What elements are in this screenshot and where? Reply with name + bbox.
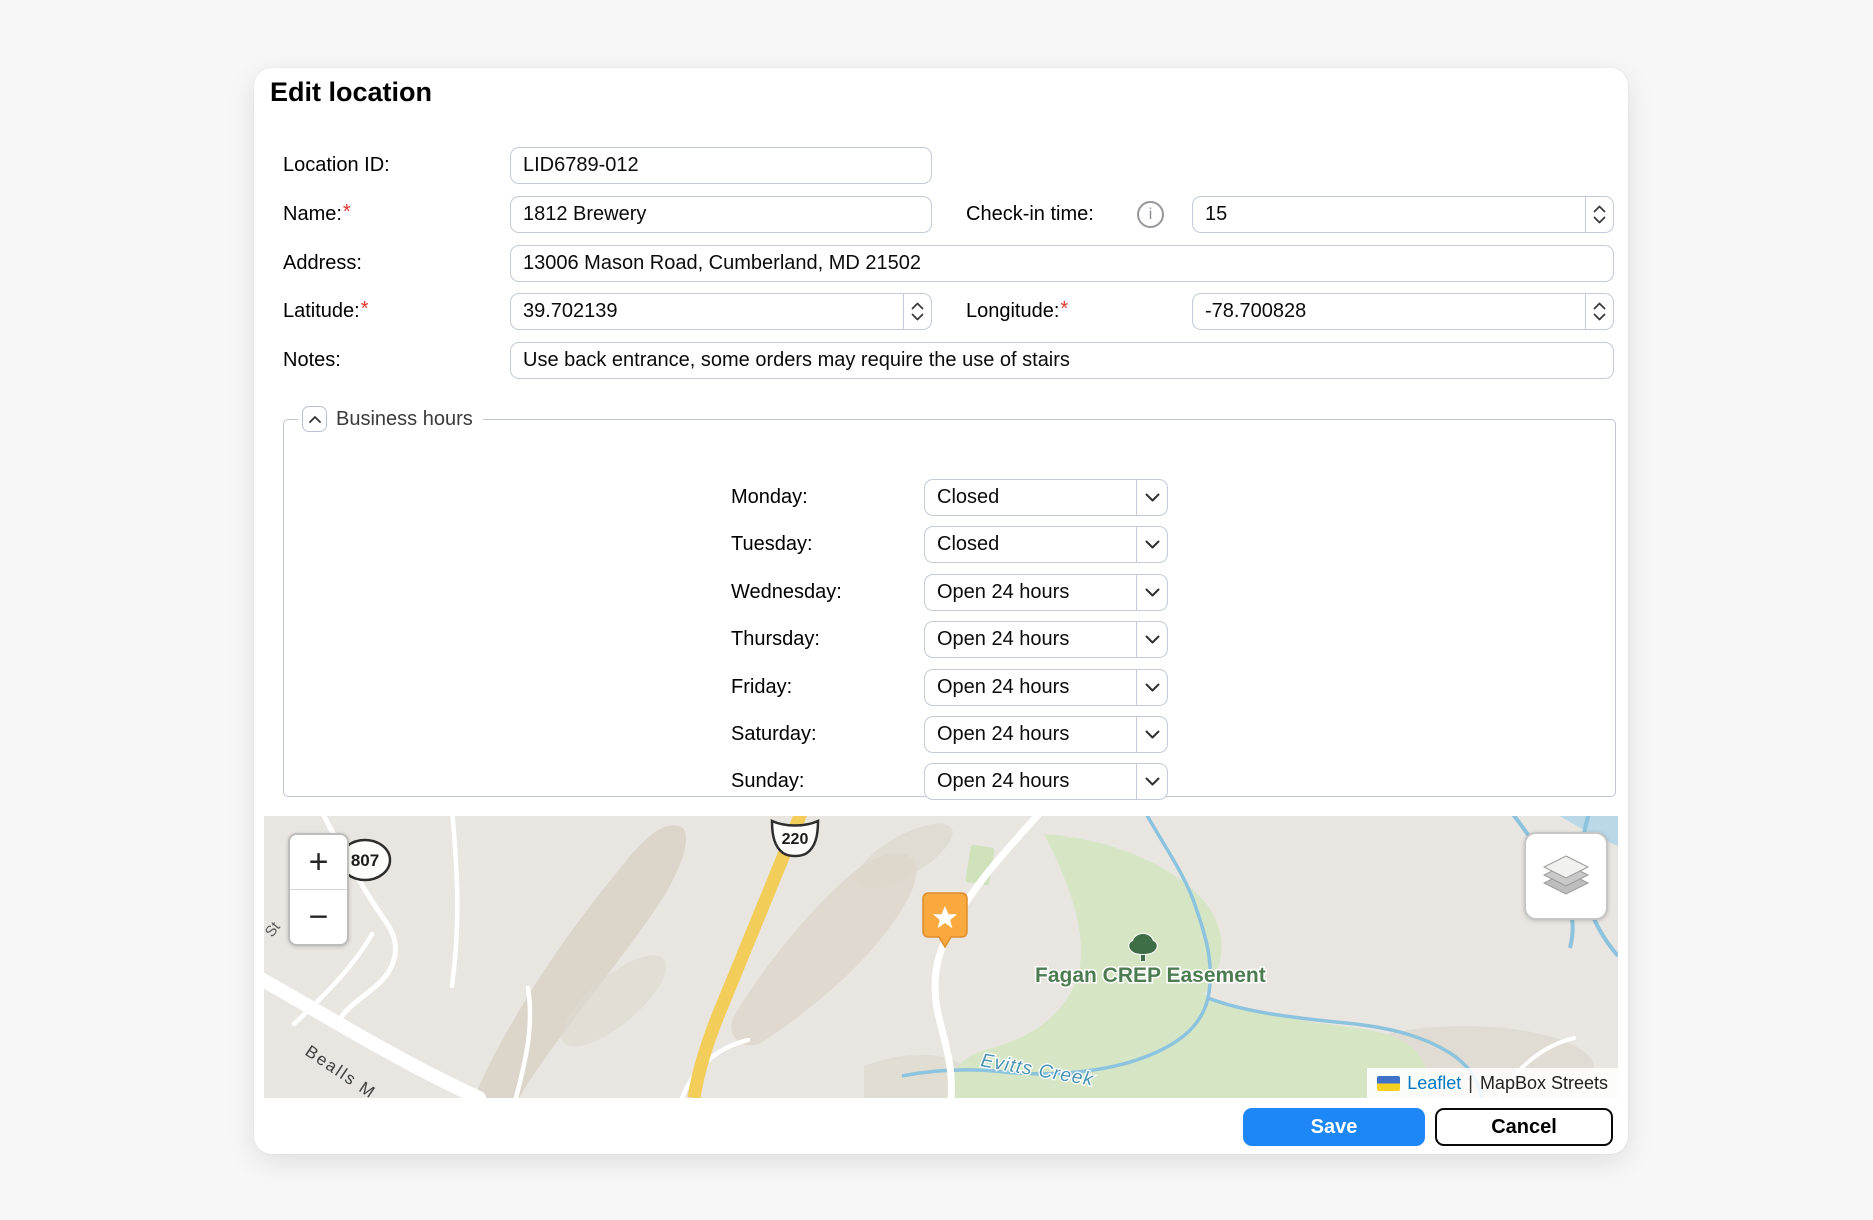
chevron-down-icon[interactable] xyxy=(1593,313,1606,321)
layers-icon xyxy=(1542,854,1590,898)
checkin-time-input[interactable] xyxy=(1193,197,1585,232)
chevron-up-icon[interactable] xyxy=(911,302,924,310)
checkin-time-label: Check-in time: xyxy=(966,196,1094,233)
map-layers-control[interactable] xyxy=(1524,832,1608,920)
wednesday-hours-value: Open 24 hours xyxy=(925,575,1136,610)
monday-hours-select[interactable]: Closed xyxy=(924,479,1168,516)
sunday-hours-value: Open 24 hours xyxy=(925,764,1136,799)
chevron-down-icon xyxy=(1136,480,1167,515)
tuesday-label: Tuesday: xyxy=(731,526,813,563)
longitude-field xyxy=(1192,293,1614,330)
ukraine-flag-icon xyxy=(1377,1076,1400,1091)
tuesday-hours-select[interactable]: Closed xyxy=(924,526,1168,563)
location-map[interactable]: 807 220 St Bealls M Fagan CREP Easement … xyxy=(264,816,1618,1098)
chevron-down-icon xyxy=(1136,717,1167,752)
chevron-down-icon xyxy=(1136,575,1167,610)
longitude-stepper[interactable] xyxy=(1585,294,1613,329)
thursday-hours-value: Open 24 hours xyxy=(925,622,1136,657)
name-label-text: Name: xyxy=(283,203,342,225)
chevron-up-icon[interactable] xyxy=(1593,302,1606,310)
business-hours-legend: Business hours xyxy=(298,406,483,432)
chevron-down-icon xyxy=(1136,527,1167,562)
leaflet-link[interactable]: Leaflet xyxy=(1407,1073,1461,1094)
latitude-label-text: Latitude: xyxy=(283,300,360,322)
address-label: Address: xyxy=(283,245,362,282)
sunday-label: Sunday: xyxy=(731,763,804,800)
zoom-out-button[interactable]: − xyxy=(290,889,347,944)
friday-hours-select[interactable]: Open 24 hours xyxy=(924,669,1168,706)
notes-label: Notes: xyxy=(283,342,341,379)
cancel-button[interactable]: Cancel xyxy=(1435,1108,1613,1146)
map-zoom-control: + − xyxy=(288,833,349,946)
monday-hours-value: Closed xyxy=(925,480,1136,515)
collapse-business-hours-button[interactable] xyxy=(302,406,327,432)
longitude-label: Longitude:* xyxy=(966,293,1068,330)
wednesday-label: Wednesday: xyxy=(731,574,842,611)
zoom-in-button[interactable]: + xyxy=(290,835,347,889)
chevron-down-icon[interactable] xyxy=(1593,216,1606,224)
map-attribution: Leaflet | MapBox Streets xyxy=(1367,1068,1618,1098)
attribution-separator: | xyxy=(1468,1073,1473,1094)
park-label: Fagan CREP Easement xyxy=(1035,964,1266,987)
required-asterisk: * xyxy=(361,298,369,320)
location-id-input[interactable] xyxy=(510,147,932,184)
latitude-label: Latitude:* xyxy=(283,293,369,330)
required-asterisk: * xyxy=(1060,298,1068,320)
notes-input[interactable] xyxy=(510,342,1614,379)
name-input[interactable] xyxy=(510,196,932,233)
page-background: Edit location Location ID: Name:* Check-… xyxy=(0,0,1873,1220)
required-asterisk: * xyxy=(343,201,351,223)
edit-location-dialog: Edit location Location ID: Name:* Check-… xyxy=(254,68,1628,1154)
svg-text:220: 220 xyxy=(782,831,809,848)
name-label: Name:* xyxy=(283,196,351,233)
address-input[interactable] xyxy=(510,245,1614,282)
chevron-down-icon xyxy=(1136,622,1167,657)
saturday-label: Saturday: xyxy=(731,716,817,753)
wednesday-hours-select[interactable]: Open 24 hours xyxy=(924,574,1168,611)
latitude-input[interactable] xyxy=(511,294,903,329)
tuesday-hours-value: Closed xyxy=(925,527,1136,562)
business-hours-fieldset: Business hours Monday: Closed Tuesday: C… xyxy=(283,406,1616,797)
save-button[interactable]: Save xyxy=(1243,1108,1425,1146)
thursday-label: Thursday: xyxy=(731,621,820,658)
attribution-provider: MapBox Streets xyxy=(1480,1073,1608,1094)
chevron-down-icon xyxy=(1136,670,1167,705)
chevron-up-icon[interactable] xyxy=(1593,205,1606,213)
thursday-hours-select[interactable]: Open 24 hours xyxy=(924,621,1168,658)
longitude-label-text: Longitude: xyxy=(966,300,1059,322)
friday-hours-value: Open 24 hours xyxy=(925,670,1136,705)
location-id-label: Location ID: xyxy=(283,147,390,184)
checkin-time-field xyxy=(1192,196,1614,233)
friday-label: Friday: xyxy=(731,669,792,706)
business-hours-title: Business hours xyxy=(336,408,473,431)
sunday-hours-select[interactable]: Open 24 hours xyxy=(924,763,1168,800)
svg-text:807: 807 xyxy=(351,851,379,870)
latitude-field xyxy=(510,293,932,330)
chevron-up-icon xyxy=(309,416,321,423)
saturday-hours-value: Open 24 hours xyxy=(925,717,1136,752)
longitude-input[interactable] xyxy=(1193,294,1585,329)
dialog-title: Edit location xyxy=(270,72,432,112)
checkin-stepper[interactable] xyxy=(1585,197,1613,232)
route-shield-220: 220 xyxy=(772,821,818,856)
chevron-down-icon xyxy=(1136,764,1167,799)
monday-label: Monday: xyxy=(731,479,808,516)
chevron-down-icon[interactable] xyxy=(911,313,924,321)
latitude-stepper[interactable] xyxy=(903,294,931,329)
map-canvas: 807 220 St Bealls M Fagan CREP Easement … xyxy=(264,816,1618,1098)
info-icon[interactable]: i xyxy=(1137,201,1164,228)
saturday-hours-select[interactable]: Open 24 hours xyxy=(924,716,1168,753)
